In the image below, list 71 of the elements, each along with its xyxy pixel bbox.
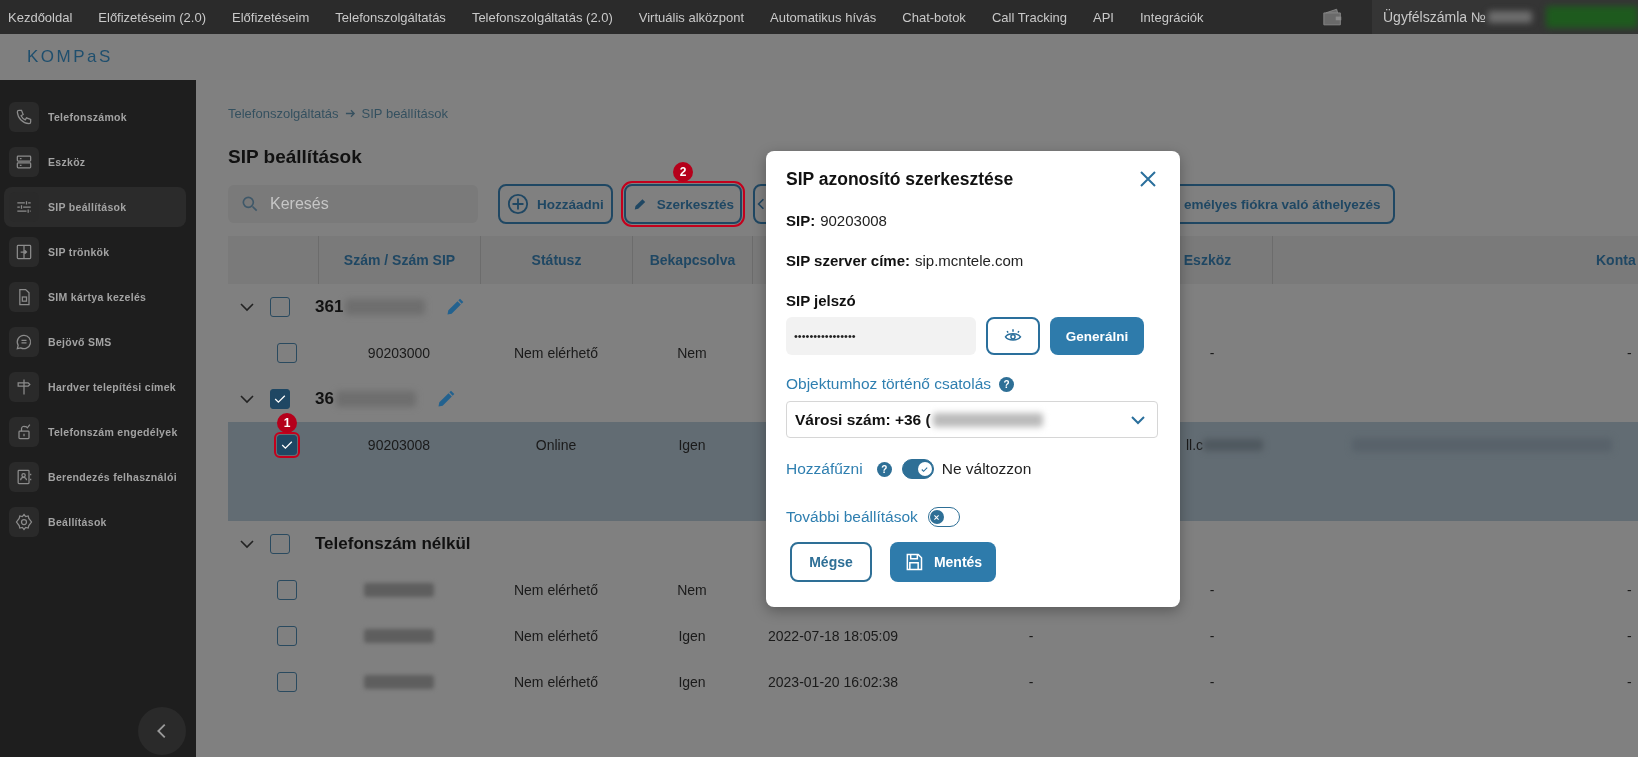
nav-item[interactable]: Előfizetéseim [232,9,310,25]
dialog-title: SIP azonosító szerkesztése [786,168,1014,190]
table-cell: - [1627,628,1632,644]
table-cell: 2023-01-20 16:02:38 [768,674,898,690]
field-label: További beállítások [786,508,918,526]
field-label: SIP: [786,211,816,229]
table-cell: - [1627,345,1632,361]
nav-item[interactable]: Call Tracking [991,9,1067,25]
table-cell: - [1209,345,1215,361]
table-cell[interactable]: 90203000 [367,345,431,361]
group-label: 36 [315,389,334,409]
table-cell: Nem elérhető [513,345,598,361]
password-field[interactable]: •••••••••••••••• [786,317,976,355]
sidebar-item[interactable]: SIP trönkök [4,232,186,272]
cancel-button[interactable]: Mégse [790,542,872,582]
account-label: Ügyfélszámla № [1383,9,1486,25]
nav-item[interactable]: Automatikus hívás [770,9,877,25]
nav-item[interactable]: Chat-botok [902,9,966,25]
sidebar-item[interactable]: Beállítások [4,502,186,542]
nav-item[interactable]: Telefonszolgáltatás (2.0) [471,9,613,25]
table-cell: 2022-07-18 18:05:09 [768,628,898,644]
save-button[interactable]: Mentés [890,542,996,582]
sidebar-item[interactable]: Telefonszám engedélyek [4,412,186,452]
nav-item[interactable]: Telefonszolgáltatás [335,9,446,25]
search-field[interactable]: Keresés [228,185,478,223]
help-icon[interactable]: ? [876,461,892,477]
table-cell: - [1209,582,1215,598]
object-select[interactable]: Városi szám: +36 ( [786,401,1158,438]
nav-item[interactable]: Integrációk [1140,9,1204,25]
table-cell: Online [535,437,577,453]
sidebar-item[interactable]: SIP beállítások [4,187,186,227]
sidebar-item[interactable]: SIM kártya kezelés [4,277,186,317]
page-title: SIP beállítások [228,146,363,168]
help-icon[interactable]: ? [999,376,1015,392]
field-value: 90203008 [820,211,887,229]
option-label: Ne változzon [941,460,1032,478]
table-cell: Igen [678,628,706,644]
field-label: SIP szerver címe: [786,251,910,269]
sidebar-item[interactable]: Bejövő SMS [4,322,186,362]
nav-item[interactable]: Kezdőoldal [8,9,73,25]
field-label: Objektumhoz történő csatolás [786,375,992,393]
table-cell: ll.c [1186,437,1204,453]
field-label: SIP jelszó [786,290,857,311]
nav-item[interactable]: Virtuális alközpont [638,9,745,25]
sidebar-item[interactable]: Eszköz [4,142,186,182]
table-cell: Igen [678,437,706,453]
field-label: Hozzáfűzni [786,460,863,478]
table-cell: - [1209,628,1215,644]
nav-item[interactable]: API [1093,9,1114,25]
table-cell: - [1627,674,1632,690]
sidebar-item[interactable]: Hardver telepítési címek [4,367,186,407]
table-cell: Nem [677,345,707,361]
table-cell: - [1028,674,1034,690]
table-cell: Igen [678,674,706,690]
sidebar-item[interactable]: Berendezés felhasználói [4,457,186,497]
sidebar-item[interactable]: Telefonszámok [4,97,186,137]
field-value: sip.mcntele.com [915,251,1024,269]
group-label: 361 [315,297,344,317]
table-cell: Nem [677,582,707,598]
step-badge: 2 [673,162,693,182]
search-input[interactable]: Keresés [268,194,452,214]
nav-item[interactable]: Előfizetéseim (2.0) [98,9,206,25]
table-cell: - [1627,582,1632,598]
table-cell: Nem elérhető [513,674,598,690]
table-cell: Nem elérhető [513,582,598,598]
generate-button[interactable]: Generálni [1050,317,1144,355]
group-label: Telefonszám nélkül [315,534,471,554]
table-cell: - [1028,628,1034,644]
step-badge: 1 [277,413,297,433]
table-cell: Nem elérhető [513,628,598,644]
table-cell: - [1209,674,1215,690]
